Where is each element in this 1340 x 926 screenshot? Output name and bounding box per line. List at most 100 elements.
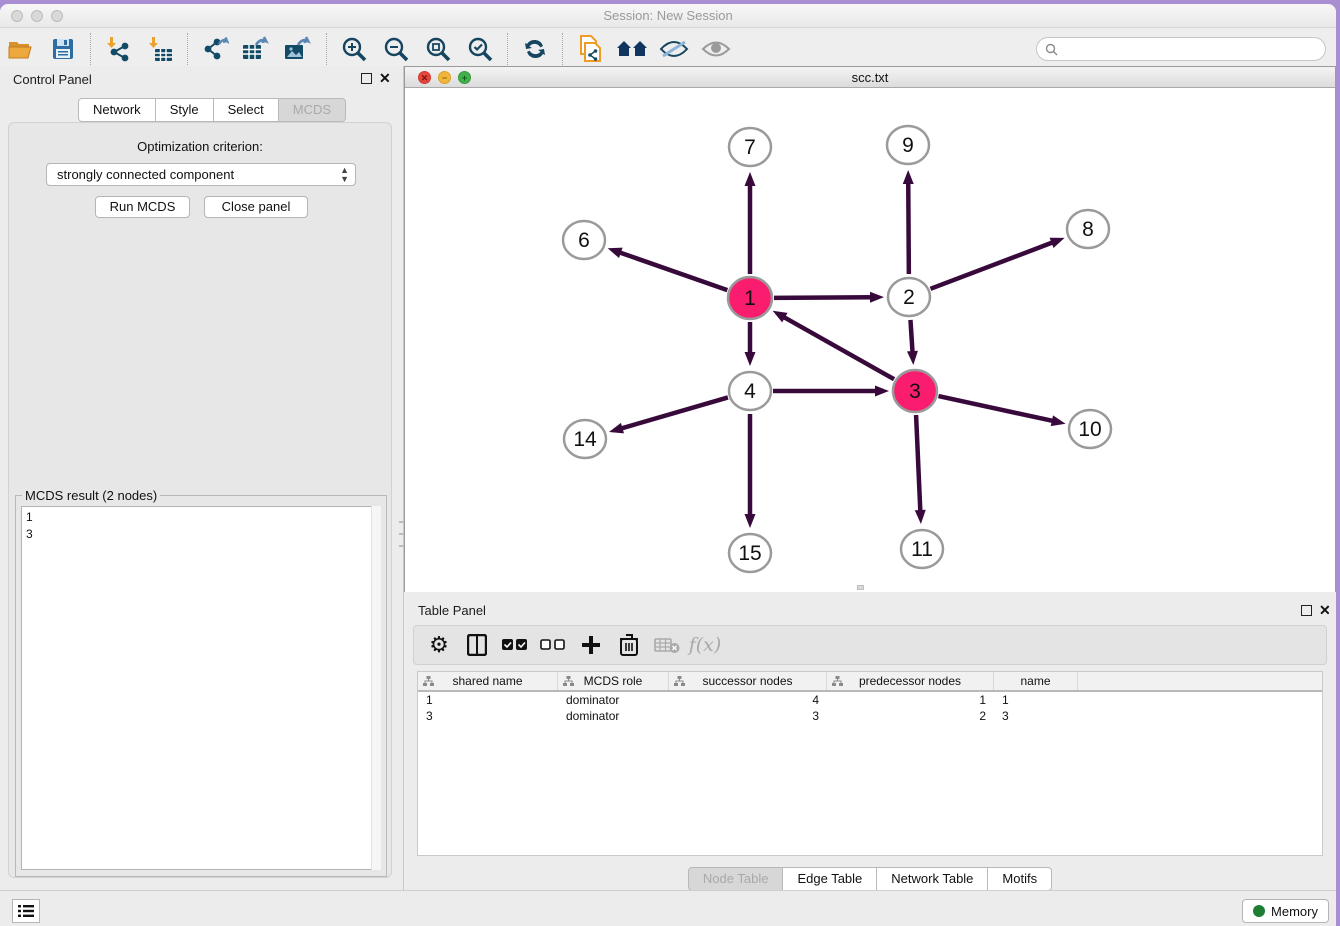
column-header-predecessor-nodes[interactable]: predecessor nodes [827, 672, 994, 690]
toolbar-separator [326, 33, 327, 65]
graph-node-label: 1 [744, 287, 756, 310]
tab-node-table[interactable]: Node Table [688, 867, 784, 891]
graph-node-label: 4 [744, 380, 756, 403]
graph-node-label: 11 [911, 538, 933, 561]
save-session-icon[interactable] [46, 33, 80, 65]
zoom-in-icon[interactable] [337, 33, 371, 65]
select-all-checkboxes-icon[interactable] [500, 630, 530, 660]
selected-option: strongly connected component [57, 167, 234, 182]
column-type-icon [674, 676, 685, 687]
table-row[interactable]: 1 dominator 4 1 1 [418, 692, 1322, 708]
memory-button[interactable]: Memory [1242, 899, 1329, 923]
float-table-panel-icon[interactable] [1301, 605, 1312, 616]
tab-edge-table[interactable]: Edge Table [783, 867, 877, 891]
column-header-name[interactable]: name [994, 672, 1078, 690]
memory-status-icon [1253, 905, 1265, 917]
network-window-title: scc.txt [405, 70, 1335, 85]
graph-node-label: 10 [1078, 418, 1101, 441]
canvas-resize-grip[interactable] [857, 585, 864, 590]
mcds-panel: Optimization criterion: strongly connect… [8, 122, 392, 878]
cell-name[interactable]: 1 [994, 692, 1078, 708]
column-type-icon [832, 676, 843, 687]
window-title: Session: New Session [0, 8, 1336, 23]
column-header-successor-nodes[interactable]: successor nodes [669, 672, 827, 690]
graph-node-label: 3 [909, 380, 921, 403]
tab-style[interactable]: Style [156, 98, 214, 122]
graph-node-label: 7 [744, 136, 756, 159]
delete-column-icon[interactable] [614, 630, 644, 660]
add-column-icon[interactable] [576, 630, 606, 660]
mcds-result-text[interactable]: 1 3 [21, 506, 381, 870]
function-builder-icon-disabled: f(x) [690, 630, 720, 660]
network-canvas[interactable]: 7968124314101511 [405, 89, 1335, 592]
search-field[interactable] [1036, 37, 1326, 61]
control-panel-title: Control Panel [13, 72, 92, 87]
status-bar: Memory [0, 890, 1336, 926]
show-all-icon[interactable] [699, 33, 733, 65]
tab-mcds[interactable]: MCDS [279, 98, 346, 122]
memory-label: Memory [1271, 904, 1318, 919]
apply-layout-icon[interactable] [615, 33, 649, 65]
close-panel-icon[interactable]: ✕ [379, 70, 391, 86]
application-window: Session: New Session [0, 0, 1340, 926]
zoom-out-icon[interactable] [379, 33, 413, 65]
cell-mcds-role[interactable]: dominator [558, 708, 669, 724]
export-table-icon[interactable] [240, 33, 274, 65]
open-file-icon[interactable] [4, 33, 38, 65]
import-table-icon[interactable] [143, 33, 177, 65]
duplicate-network-icon[interactable] [573, 33, 607, 65]
refresh-view-icon[interactable] [518, 33, 552, 65]
zoom-fit-icon[interactable] [421, 33, 455, 65]
float-panel-icon[interactable] [361, 73, 372, 84]
tab-network[interactable]: Network [78, 98, 156, 122]
export-network-icon[interactable] [198, 33, 232, 65]
export-image-icon[interactable] [282, 33, 316, 65]
task-history-button[interactable] [12, 899, 40, 923]
zoom-selected-icon[interactable] [463, 33, 497, 65]
close-table-panel-icon[interactable]: ✕ [1319, 602, 1331, 618]
delete-table-icon-disabled [652, 630, 682, 660]
table-panel-title: Table Panel [418, 603, 486, 618]
cell-mcds-role[interactable]: dominator [558, 692, 669, 708]
optimization-criterion-select[interactable]: strongly connected component ▲▼ [46, 163, 356, 186]
graph-node-label: 15 [738, 542, 761, 565]
toolbar-separator [187, 33, 188, 65]
tab-select[interactable]: Select [214, 98, 279, 122]
search-input[interactable] [1058, 42, 1325, 56]
graph-node-label: 14 [573, 428, 597, 451]
result-scrollbar[interactable] [371, 506, 381, 870]
deselect-all-checkboxes-icon[interactable] [538, 630, 568, 660]
tab-network-table[interactable]: Network Table [877, 867, 988, 891]
toolbar-separator [507, 33, 508, 65]
network-view-window: ✕ − + scc.txt 7968124314101511 [404, 66, 1336, 592]
graph-node-label: 6 [578, 229, 590, 252]
column-header-shared-name[interactable]: shared name [418, 672, 558, 690]
toolbar-separator [90, 33, 91, 65]
chevron-up-down-icon: ▲▼ [340, 166, 349, 184]
hide-selected-icon[interactable] [657, 33, 691, 65]
cell-predecessor-nodes[interactable]: 1 [827, 692, 994, 708]
run-mcds-button[interactable]: Run MCDS [95, 196, 190, 218]
cell-predecessor-nodes[interactable]: 2 [827, 708, 994, 724]
column-header-filler [1078, 672, 1322, 690]
table-tabs: Node Table Edge Table Network Table Moti… [404, 867, 1336, 891]
graph-node-label: 8 [1082, 218, 1094, 241]
cell-name[interactable]: 3 [994, 708, 1078, 724]
graph-node-label: 9 [902, 134, 914, 157]
network-window-titlebar: ✕ − + scc.txt [405, 67, 1335, 88]
search-icon [1045, 43, 1058, 56]
tab-motifs[interactable]: Motifs [988, 867, 1052, 891]
column-header-mcds-role[interactable]: MCDS role [558, 672, 669, 690]
table-settings-icon[interactable]: ⚙ [424, 630, 454, 660]
cell-shared-name[interactable]: 1 [418, 692, 558, 708]
close-panel-button[interactable]: Close panel [204, 196, 308, 218]
import-network-icon[interactable] [101, 33, 135, 65]
mcds-result-fieldset: MCDS result (2 nodes) 1 3 [15, 495, 387, 877]
node-table[interactable]: shared name MCDS role successor nodes pr… [417, 671, 1323, 856]
split-view-icon[interactable] [462, 630, 492, 660]
table-row[interactable]: 3 dominator 3 2 3 [418, 708, 1322, 724]
cell-successor-nodes[interactable]: 3 [669, 708, 827, 724]
cell-shared-name[interactable]: 3 [418, 708, 558, 724]
cell-successor-nodes[interactable]: 4 [669, 692, 827, 708]
network-graph[interactable]: 7968124314101511 [405, 89, 1335, 592]
